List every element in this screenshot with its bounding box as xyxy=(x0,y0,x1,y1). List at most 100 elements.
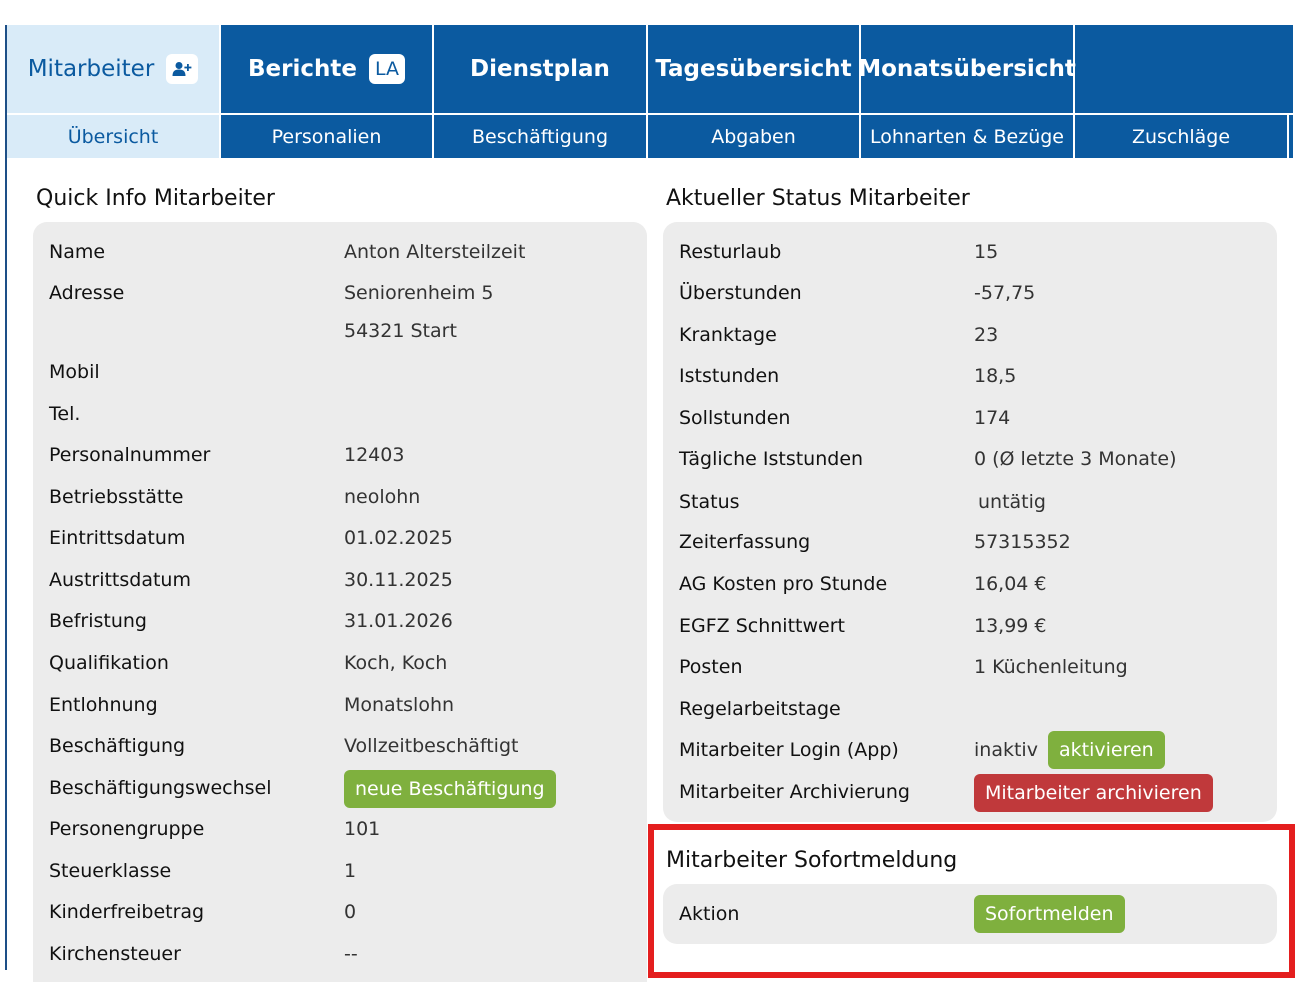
info-row: Kinderfreibetrag 0 xyxy=(33,897,647,927)
main-navigation: Mitarbeiter Berichte LA Dienstplan Tages… xyxy=(7,25,1293,113)
tab-dienstplan-label: Dienstplan xyxy=(470,56,610,82)
info-row: Personengruppe 101 xyxy=(33,814,647,844)
info-row: Austrittsdatum 30.11.2025 xyxy=(33,565,647,595)
status-label: EGFZ Schnittwert xyxy=(679,615,845,637)
status-panel: Resturlaub 15 Überstunden -57,75 Krankta… xyxy=(663,222,1277,822)
info-row: 54321 Start xyxy=(33,316,647,346)
archive-employee-button[interactable]: Mitarbeiter archivieren xyxy=(974,774,1213,812)
info-row: Mobil xyxy=(33,357,647,387)
info-label: Kinderfreibetrag xyxy=(49,901,205,923)
info-row: Qualifikation Koch, Koch xyxy=(33,648,647,678)
tab-berichte-label: Berichte xyxy=(248,56,357,82)
status-row: Kranktage 23 xyxy=(663,320,1277,350)
status-value: untätig xyxy=(978,491,1046,513)
add-user-icon[interactable] xyxy=(166,54,199,84)
subtab-abgaben-label: Abgaben xyxy=(711,125,796,148)
status-value: 16,04 € xyxy=(974,573,1047,595)
tab-monatsuebersicht-label: Monatsübersicht xyxy=(858,56,1076,82)
info-row: Name Anton Altersteilzeit xyxy=(33,237,647,267)
info-label: Mobil xyxy=(49,361,100,383)
subtab-beschaeftigung[interactable]: Beschäftigung xyxy=(434,115,648,158)
info-row: Beschäftigung Vollzeitbeschäftigt xyxy=(33,731,647,761)
status-label: Zeiterfassung xyxy=(679,531,811,553)
info-row: Tel. xyxy=(33,399,647,429)
info-value: Seniorenheim 5 xyxy=(344,282,494,304)
info-label: Befristung xyxy=(49,610,147,632)
tab-mitarbeiter[interactable]: Mitarbeiter xyxy=(7,25,221,113)
tab-mitarbeiter-label: Mitarbeiter xyxy=(27,56,155,82)
tab-berichte[interactable]: Berichte LA xyxy=(221,25,434,113)
info-row: Betriebsstätte neolohn xyxy=(33,482,647,512)
left-border-line xyxy=(5,25,7,970)
info-label: Steuerklasse xyxy=(49,860,172,882)
status-row: Resturlaub 15 xyxy=(663,237,1277,267)
login-status-value: inaktiv xyxy=(974,739,1038,761)
status-row: Regelarbeitstage xyxy=(663,694,1277,724)
info-value: 54321 Start xyxy=(344,320,457,342)
subtab-lohnarten[interactable]: Lohnarten & Bezüge xyxy=(861,115,1075,158)
status-label: Posten xyxy=(679,656,743,678)
info-row: Kirchensteuer -- xyxy=(33,939,647,969)
subtab-personalien[interactable]: Personalien xyxy=(221,115,434,158)
info-value: Koch, Koch xyxy=(344,652,448,674)
status-value: 15 xyxy=(974,241,999,263)
status-row: AG Kosten pro Stunde 16,04 € xyxy=(663,569,1277,599)
info-label: Tel. xyxy=(49,403,81,425)
info-label: Beschäftigung xyxy=(49,735,186,757)
status-row: Status untätig xyxy=(663,487,1277,517)
info-row: Entlohnung Monatslohn xyxy=(33,690,647,720)
info-label: Eintrittsdatum xyxy=(49,527,186,549)
info-row: Adresse Seniorenheim 5 xyxy=(33,278,647,308)
status-label: Regelarbeitstage xyxy=(679,698,841,720)
status-row: Mitarbeiter Login (App) inaktiv xyxy=(663,735,1277,765)
status-row: Zeiterfassung 57315352 xyxy=(663,527,1277,557)
info-row: Steuerklasse 1 xyxy=(33,856,647,886)
info-value: 1 xyxy=(344,860,357,882)
info-value: neolohn xyxy=(344,486,421,508)
info-label: Name xyxy=(49,241,106,263)
subtab-beschaeftigung-label: Beschäftigung xyxy=(471,125,609,148)
tab-tagesuebersicht-label: Tagesübersicht xyxy=(655,56,852,82)
status-label: Mitarbeiter Archivierung xyxy=(679,781,910,803)
status-row: Posten 1 Küchenleitung xyxy=(663,652,1277,682)
status-value: 0 (Ø letzte 3 Monate) xyxy=(974,448,1177,470)
info-row: Personalnummer 12403 xyxy=(33,440,647,470)
subtab-abgaben[interactable]: Abgaben xyxy=(648,115,861,158)
highlight-box xyxy=(648,824,1295,978)
info-label: Entlohnung xyxy=(49,694,158,716)
info-value: -- xyxy=(344,943,358,965)
info-value: Monatslohn xyxy=(344,694,455,716)
subtab-uebersicht-label: Übersicht xyxy=(67,125,159,148)
status-label: AG Kosten pro Stunde xyxy=(679,573,888,595)
status-value: 23 xyxy=(974,324,999,346)
activate-button[interactable]: aktivieren xyxy=(1048,731,1165,769)
info-value: 12403 xyxy=(344,444,405,466)
status-row: Sollstunden 174 xyxy=(663,403,1277,433)
status-label: Mitarbeiter Login (App) xyxy=(679,739,899,761)
tab-empty xyxy=(1075,25,1293,113)
status-label: Überstunden xyxy=(679,282,802,304)
status-label: Kranktage xyxy=(679,324,777,346)
status-row: Tägliche Iststunden 0 (Ø letzte 3 Monate… xyxy=(663,444,1277,474)
info-value: 30.11.2025 xyxy=(344,569,453,591)
subtab-uebersicht[interactable]: Übersicht xyxy=(7,115,221,158)
subtab-zuschlaege[interactable]: Zuschläge xyxy=(1075,115,1289,158)
info-value: 31.01.2026 xyxy=(344,610,453,632)
info-label: Personalnummer xyxy=(49,444,211,466)
new-employment-button[interactable]: neue Beschäftigung xyxy=(344,770,556,808)
status-label: Tägliche Iststunden xyxy=(679,448,864,470)
subtab-personalien-label: Personalien xyxy=(271,125,382,148)
tab-monatsuebersicht[interactable]: Monatsübersicht xyxy=(858,25,1076,113)
info-label: Qualifikation xyxy=(49,652,169,674)
truncated-header-strip xyxy=(0,0,1300,24)
tab-dienstplan[interactable]: Dienstplan xyxy=(434,25,648,113)
info-label: Austrittsdatum xyxy=(49,569,191,591)
quick-info-title: Quick Info Mitarbeiter xyxy=(36,186,275,211)
sub-navigation: Übersicht Personalien Beschäftigung Abga… xyxy=(7,115,1293,158)
status-label: Iststunden xyxy=(679,365,780,387)
info-value: 01.02.2025 xyxy=(344,527,453,549)
tab-tagesuebersicht[interactable]: Tagesübersicht xyxy=(648,25,861,113)
status-value: 174 xyxy=(974,407,1011,429)
info-row: Eintrittsdatum 01.02.2025 xyxy=(33,523,647,553)
subtab-lohnarten-label: Lohnarten & Bezüge xyxy=(870,125,1064,148)
